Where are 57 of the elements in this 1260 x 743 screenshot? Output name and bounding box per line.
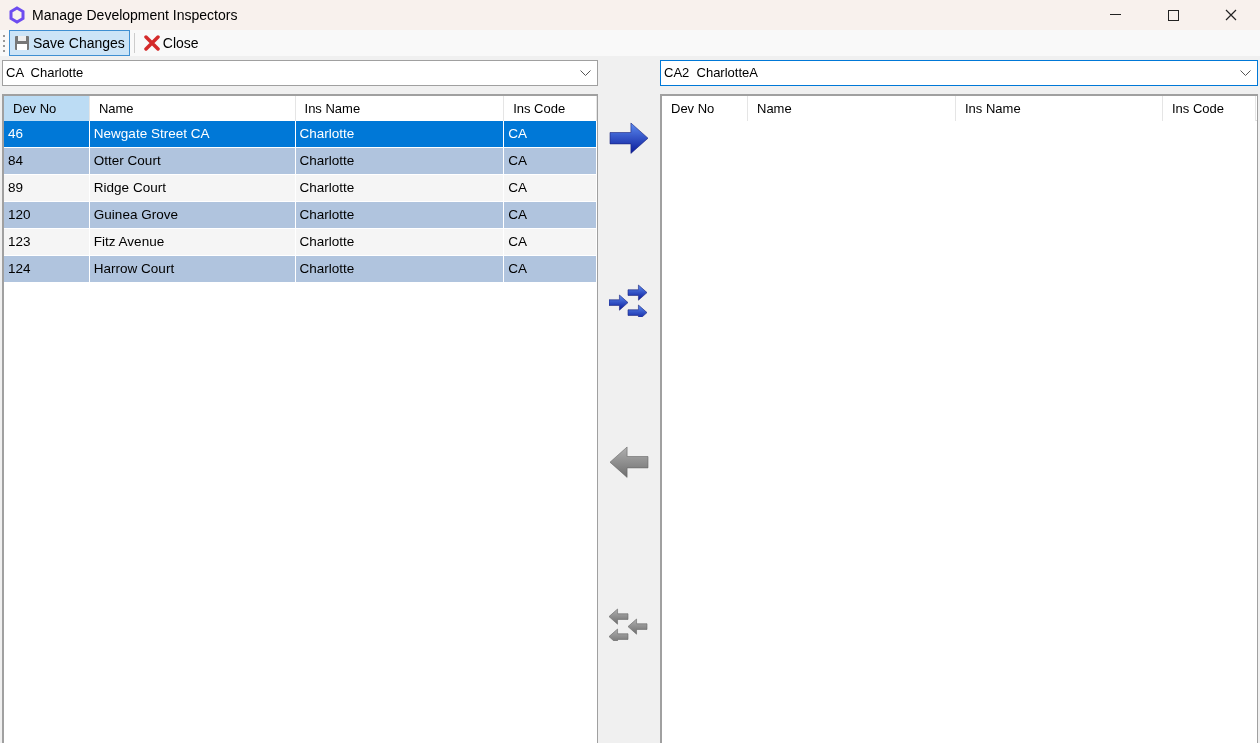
grip-icon bbox=[2, 34, 5, 52]
table-cell: Newgate Street CA bbox=[89, 121, 296, 147]
table-cell: CA bbox=[504, 175, 597, 201]
column-header[interactable]: Ins Name bbox=[295, 96, 505, 121]
table-cell: Charlotte bbox=[295, 175, 505, 201]
arrow-icon bbox=[609, 445, 649, 479]
table-cell: Charlotte bbox=[295, 256, 505, 282]
save-changes-button[interactable]: Save Changes bbox=[9, 30, 130, 56]
table-cell: CA bbox=[504, 202, 597, 228]
arrow-icon bbox=[609, 121, 649, 155]
table-cell: 120 bbox=[4, 202, 90, 228]
table-cell: Harrow Court bbox=[89, 256, 296, 282]
minimize-icon[interactable] bbox=[1109, 14, 1121, 16]
close-icon bbox=[143, 35, 160, 51]
table-cell: CA bbox=[504, 121, 597, 147]
column-header[interactable]: Name bbox=[748, 96, 956, 121]
table-cell: 123 bbox=[4, 229, 90, 255]
table-cell: Charlotte bbox=[295, 229, 505, 255]
inspector-dropdown[interactable]: CA2 CharlotteA bbox=[660, 60, 1258, 86]
close-button[interactable]: Close bbox=[138, 30, 204, 56]
arrow-icon bbox=[609, 283, 649, 317]
table-cell: 89 bbox=[4, 175, 90, 201]
maximize-icon[interactable] bbox=[1167, 9, 1179, 21]
app-logo-icon bbox=[8, 6, 26, 24]
column-header[interactable]: Dev No bbox=[662, 96, 748, 121]
table-cell: 124 bbox=[4, 256, 90, 282]
arrow-icon bbox=[609, 607, 649, 641]
close-icon[interactable] bbox=[1225, 9, 1237, 21]
inspector-dropdown[interactable]: CA Charlotte bbox=[2, 60, 598, 86]
move-all-right-button[interactable] bbox=[609, 282, 649, 318]
table-cell: Ridge Court bbox=[89, 175, 296, 201]
table-row[interactable]: 120 Guinea Grove Charlotte CA bbox=[4, 202, 597, 229]
column-header[interactable]: Ins Name bbox=[956, 96, 1163, 121]
window-title: Manage Development Inspectors bbox=[32, 5, 238, 25]
table-cell: Charlotte bbox=[295, 148, 505, 174]
table-row[interactable]: 124 Harrow Court Charlotte CA bbox=[4, 256, 597, 283]
table-cell: CA bbox=[504, 229, 597, 255]
table-row[interactable]: 46 Newgate Street CA Charlotte CA bbox=[4, 121, 597, 148]
table-cell: Otter Court bbox=[89, 148, 296, 174]
column-header[interactable]: Name bbox=[89, 96, 296, 121]
table-cell: Guinea Grove bbox=[89, 202, 296, 228]
table-cell: 84 bbox=[4, 148, 90, 174]
table-cell: Charlotte bbox=[295, 121, 505, 147]
table-cell: CA bbox=[504, 148, 597, 174]
table-cell: Charlotte bbox=[295, 202, 505, 228]
table-cell: 46 bbox=[4, 121, 90, 147]
table-row[interactable]: 89 Ridge Court Charlotte CA bbox=[4, 175, 597, 202]
chevron-down-icon bbox=[1240, 69, 1251, 77]
chevron-down-icon bbox=[580, 69, 591, 77]
column-header[interactable]: Ins Code bbox=[1163, 96, 1256, 121]
table-row[interactable]: 84 Otter Court Charlotte CA bbox=[4, 148, 597, 175]
table-cell: CA bbox=[504, 256, 597, 282]
table-row[interactable]: 123 Fitz Avenue Charlotte CA bbox=[4, 229, 597, 256]
column-header[interactable]: Dev No bbox=[4, 96, 90, 121]
move-right-button[interactable] bbox=[609, 120, 649, 156]
column-header[interactable]: Ins Code bbox=[504, 96, 597, 121]
table-cell: Fitz Avenue bbox=[89, 229, 296, 255]
